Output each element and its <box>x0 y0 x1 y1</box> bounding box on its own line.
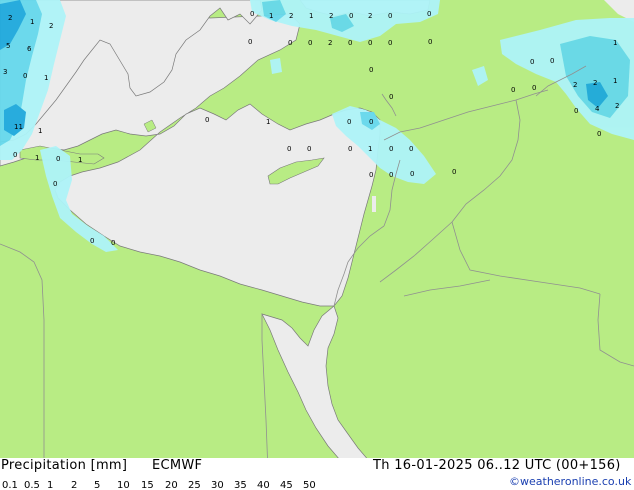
map-label: 1 <box>613 77 617 85</box>
map-label: 6 <box>27 45 32 53</box>
map-label: 0 <box>369 118 373 126</box>
legend-tick-label: 45 <box>280 480 293 490</box>
map-label: 0 <box>90 237 94 245</box>
map-label: 1 <box>38 127 42 135</box>
map-label: 0 <box>287 145 291 153</box>
map-label: 2 <box>329 12 333 20</box>
map-label: 2 <box>593 79 597 87</box>
map-label: 0 <box>347 118 351 126</box>
legend-tick-label: 0.5 <box>24 480 40 490</box>
map-label: 0 <box>111 239 115 247</box>
map-label: 2 <box>8 14 12 22</box>
map-label: 0 <box>348 145 352 153</box>
map-label: 0 <box>597 130 601 138</box>
map-label: 0 <box>348 39 352 47</box>
valid-time: Th 16-01-2025 06..12 UTC (00+156) <box>373 458 621 473</box>
dead-sea <box>372 196 376 212</box>
map-label: 0 <box>388 39 392 47</box>
map-label: 0 <box>389 171 393 179</box>
map-label: 1 <box>266 118 270 126</box>
map-label: 0 <box>389 93 393 101</box>
map-label: 4 <box>595 105 600 113</box>
map-label: 1 <box>78 156 82 164</box>
map-label: 0 <box>389 145 393 153</box>
map-label: 11 <box>14 123 23 131</box>
legend-tick-label: 15 <box>141 480 154 490</box>
legend-tick-label: 20 <box>165 480 178 490</box>
map-label: 0 <box>53 180 57 188</box>
legend-tick-label: 35 <box>234 480 247 490</box>
map-label: 0 <box>452 168 456 176</box>
map-label: 3 <box>3 68 7 76</box>
map-label: 2 <box>328 39 332 47</box>
map-label: 1 <box>309 12 313 20</box>
map-label: 0 <box>550 57 554 65</box>
legend-tick-label: 5 <box>94 480 100 490</box>
map-label: 2 <box>615 102 619 110</box>
map-label: 0 <box>574 107 578 115</box>
map-label: 5 <box>6 42 10 50</box>
map-label: 0 <box>250 10 254 18</box>
map-label: 0 <box>511 86 515 94</box>
map-label: 0 <box>530 58 534 66</box>
map-label: 0 <box>56 155 60 163</box>
map-label: 0 <box>205 116 209 124</box>
map-label: 0 <box>13 151 17 159</box>
map-label: 0 <box>307 145 311 153</box>
legend-tick-label: 1 <box>47 480 53 490</box>
map-label: 1 <box>30 18 34 26</box>
map-label: 0 <box>368 39 372 47</box>
map-footer: Precipitation [mm] ECMWF Th 16-01-2025 0… <box>0 458 634 490</box>
copyright-link[interactable]: ©weatheronline.co.uk <box>509 475 631 488</box>
map-label: 1 <box>368 145 372 153</box>
map-label: 0 <box>349 12 353 20</box>
map-label: 0 <box>427 10 431 18</box>
map-label: 0 <box>409 145 413 153</box>
map-label: 0 <box>532 84 536 92</box>
map-label: 1 <box>35 154 39 162</box>
map-label: 1 <box>269 12 273 20</box>
legend-tick-label: 50 <box>303 480 316 490</box>
map-label: 0 <box>369 66 373 74</box>
map-label: 0 <box>388 12 392 20</box>
map-label: 2 <box>368 12 372 20</box>
map-label: 1 <box>613 39 617 47</box>
map-label: 0 <box>410 170 414 178</box>
legend-tick-label: 40 <box>257 480 270 490</box>
precipitation-map[interactable]: 2 1 2 5 6 3 0 1 11 1 0 1 0 1 0 0 0 0 1 2… <box>0 0 634 472</box>
legend-tick-label: 0.1 <box>2 480 18 490</box>
precipitation-title: Precipitation [mm] <box>1 458 128 473</box>
map-label: 1 <box>44 74 48 82</box>
map-label: 0 <box>248 38 252 46</box>
map-label: 0 <box>369 171 373 179</box>
map-label: 0 <box>428 38 432 46</box>
map-label: 2 <box>289 12 293 20</box>
legend-tick-label: 10 <box>117 480 130 490</box>
model-name: ECMWF <box>152 458 203 473</box>
map-label: 2 <box>573 81 577 89</box>
legend-tick-label: 25 <box>188 480 201 490</box>
map-label: 0 <box>288 39 292 47</box>
map-label: 2 <box>49 22 53 30</box>
legend-ticks: 0.1 0.5 1 2 5 10 15 20 25 30 35 40 45 50 <box>2 480 316 490</box>
legend-tick-label: 30 <box>211 480 224 490</box>
legend-tick-label: 2 <box>71 480 77 490</box>
map-label: 0 <box>308 39 312 47</box>
map-label: 0 <box>23 72 27 80</box>
